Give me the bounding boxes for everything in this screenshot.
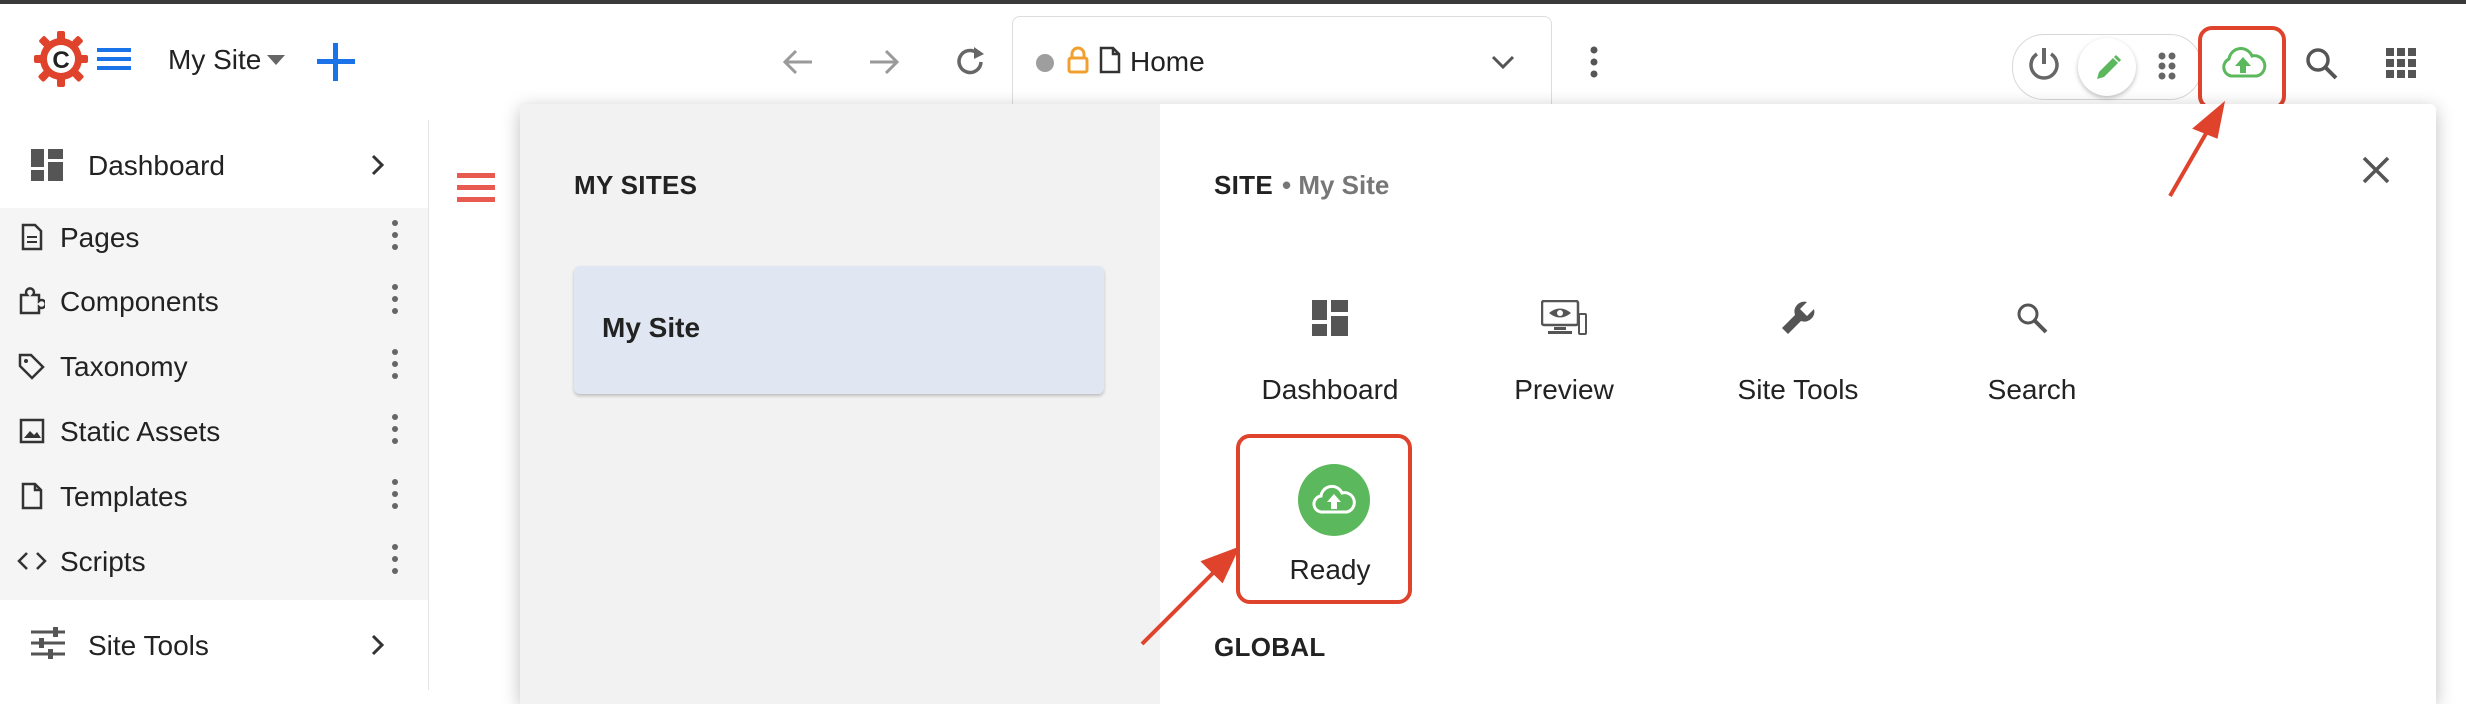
arrow-to-publish: [2168, 129, 2210, 197]
arrow-to-ready: [1140, 570, 1216, 646]
annotation-arrows: [1140, 100, 2226, 646]
